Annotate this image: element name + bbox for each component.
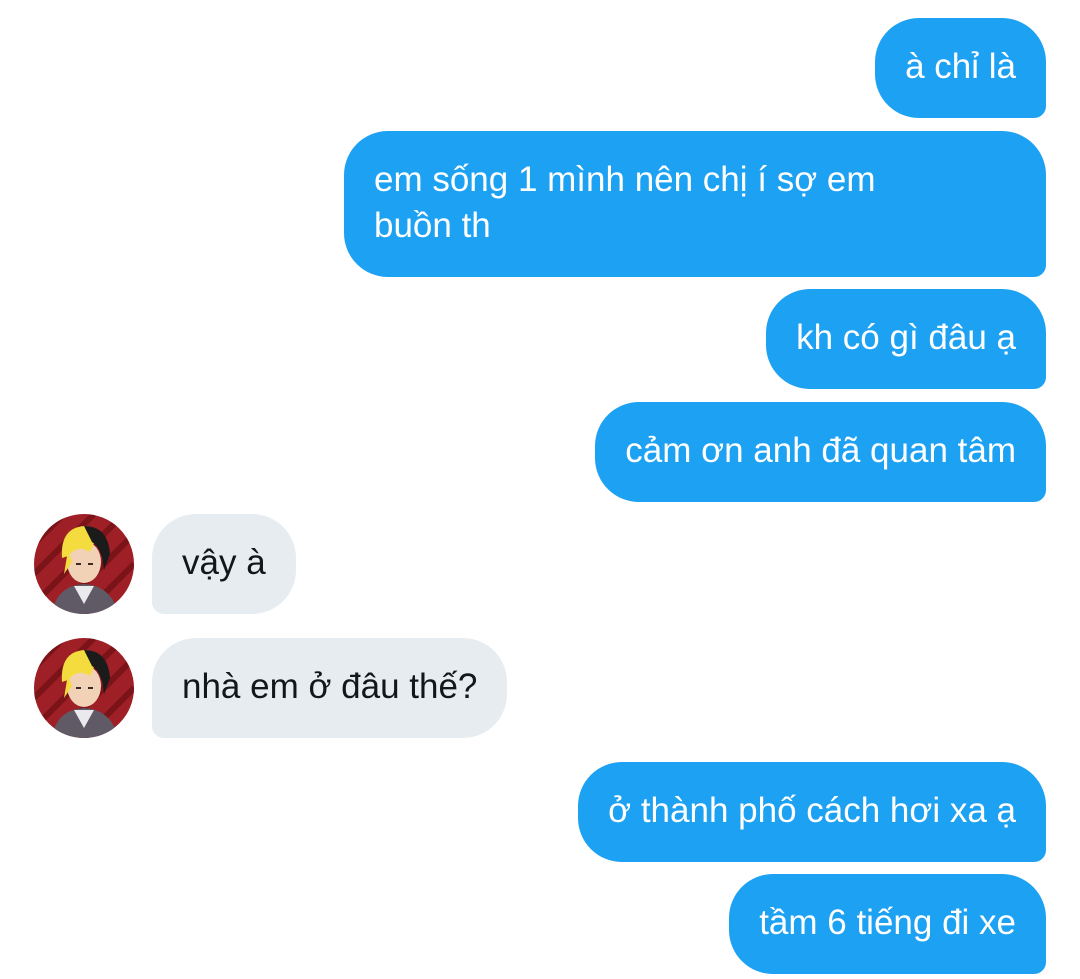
outgoing-message[interactable]: ở thành phố cách hơi xa ạ	[578, 762, 1046, 862]
incoming-message[interactable]: nhà em ở đâu thế?	[152, 638, 508, 738]
outgoing-message[interactable]: cảm ơn anh đã quan tâm	[595, 402, 1046, 502]
outgoing-message[interactable]: em sống 1 mình nên chị í sợ em buồn th	[344, 131, 1046, 277]
anime-avatar-icon[interactable]	[34, 638, 134, 738]
outgoing-message[interactable]: tầm 6 tiếng đi xe	[729, 874, 1046, 974]
incoming-message[interactable]: vậy à	[152, 514, 296, 614]
anime-avatar-icon[interactable]	[34, 514, 134, 614]
outgoing-message[interactable]: kh có gì đâu ạ	[766, 289, 1046, 389]
outgoing-message[interactable]: à chỉ là	[875, 18, 1046, 118]
